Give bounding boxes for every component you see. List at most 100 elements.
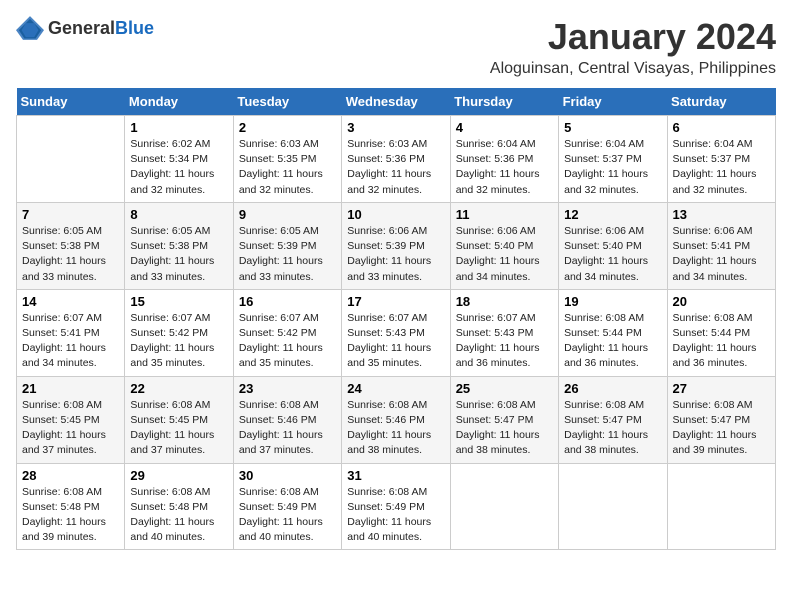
col-header-saturday: Saturday	[667, 88, 775, 116]
calendar-header-row: SundayMondayTuesdayWednesdayThursdayFrid…	[17, 88, 776, 116]
title-area: January 2024 Aloguinsan, Central Visayas…	[490, 16, 776, 78]
calendar-cell: 18 Sunrise: 6:07 AM Sunset: 5:43 PM Dayli…	[450, 289, 558, 376]
calendar-week-row: 14Sunrise: 6:07 AM Sunset: 5:41 PM Dayli…	[17, 289, 776, 376]
col-header-thursday: Thursday	[450, 88, 558, 116]
day-info: Sunrise: 6:08 AM Sunset: 5:49 PM Dayligh…	[347, 485, 444, 546]
day-info: Sunrise: 6:07 AM Sunset: 5:42 PM Dayligh…	[239, 311, 336, 372]
day-info: Sunrise: 6:08 AM Sunset: 5:48 PM Dayligh…	[22, 485, 119, 546]
day-info: Sunrise: 6:07 AM Sunset: 5:43 PM Dayligh…	[456, 311, 553, 372]
calendar-week-row: 28 Sunrise: 6:08 AM Sunset: 5:48 PM Dayli…	[17, 463, 776, 550]
day-info: Sunrise: 6:08 AM Sunset: 5:47 PM Dayligh…	[673, 398, 770, 459]
day-info: Sunrise: 6:08 AM Sunset: 5:45 PM Dayligh…	[130, 398, 227, 459]
calendar-cell: 12 Sunrise: 6:06 AM Sunset: 5:40 PM Dayli…	[559, 202, 667, 289]
logo: GeneralBlue	[16, 16, 154, 40]
day-info: Sunrise: 6:08 AM Sunset: 5:49 PM Dayligh…	[239, 485, 336, 546]
calendar-cell: 30 Sunrise: 6:08 AM Sunset: 5:49 PM Dayli…	[233, 463, 341, 550]
day-number: 7	[22, 207, 119, 222]
day-info: Sunrise: 6:06 AM Sunset: 5:39 PM Dayligh…	[347, 224, 444, 285]
calendar-cell: 23Sunrise: 6:08 AM Sunset: 5:46 PM Dayli…	[233, 376, 341, 463]
calendar-table: SundayMondayTuesdayWednesdayThursdayFrid…	[16, 88, 776, 550]
calendar-cell: 1Sunrise: 6:02 AM Sunset: 5:34 PM Daylig…	[125, 116, 233, 203]
day-info: Sunrise: 6:08 AM Sunset: 5:46 PM Dayligh…	[239, 398, 336, 459]
col-header-sunday: Sunday	[17, 88, 125, 116]
day-info: Sunrise: 6:07 AM Sunset: 5:43 PM Dayligh…	[347, 311, 444, 372]
month-year-title: January 2024	[490, 16, 776, 58]
day-number: 9	[239, 207, 336, 222]
day-info: Sunrise: 6:04 AM Sunset: 5:36 PM Dayligh…	[456, 137, 553, 198]
day-number: 21	[22, 381, 119, 396]
calendar-cell: 28 Sunrise: 6:08 AM Sunset: 5:48 PM Dayli…	[17, 463, 125, 550]
day-number: 18	[456, 294, 553, 309]
calendar-cell: 15 Sunrise: 6:07 AM Sunset: 5:42 PM Dayli…	[125, 289, 233, 376]
day-number: 30	[239, 468, 336, 483]
day-info: Sunrise: 6:08 AM Sunset: 5:46 PM Dayligh…	[347, 398, 444, 459]
calendar-cell: 14Sunrise: 6:07 AM Sunset: 5:41 PM Dayli…	[17, 289, 125, 376]
logo-general-text: General	[48, 18, 115, 38]
calendar-cell: 9 Sunrise: 6:05 AM Sunset: 5:39 PM Daylig…	[233, 202, 341, 289]
calendar-cell: 24Sunrise: 6:08 AM Sunset: 5:46 PM Dayli…	[342, 376, 450, 463]
calendar-cell: 17Sunrise: 6:07 AM Sunset: 5:43 PM Dayli…	[342, 289, 450, 376]
day-info: Sunrise: 6:06 AM Sunset: 5:40 PM Dayligh…	[456, 224, 553, 285]
day-number: 2	[239, 120, 336, 135]
day-number: 16	[239, 294, 336, 309]
day-info: Sunrise: 6:08 AM Sunset: 5:47 PM Dayligh…	[564, 398, 661, 459]
day-info: Sunrise: 6:05 AM Sunset: 5:39 PM Dayligh…	[239, 224, 336, 285]
col-header-monday: Monday	[125, 88, 233, 116]
day-info: Sunrise: 6:05 AM Sunset: 5:38 PM Dayligh…	[22, 224, 119, 285]
day-number: 19	[564, 294, 661, 309]
calendar-cell	[17, 116, 125, 203]
calendar-cell: 3 Sunrise: 6:03 AM Sunset: 5:36 PM Daylig…	[342, 116, 450, 203]
logo-blue-text: Blue	[115, 18, 154, 38]
calendar-cell	[450, 463, 558, 550]
day-info: Sunrise: 6:05 AM Sunset: 5:38 PM Dayligh…	[130, 224, 227, 285]
day-number: 14	[22, 294, 119, 309]
calendar-cell: 20 Sunrise: 6:08 AM Sunset: 5:44 PM Dayli…	[667, 289, 775, 376]
calendar-cell: 2Sunrise: 6:03 AM Sunset: 5:35 PM Daylig…	[233, 116, 341, 203]
day-number: 3	[347, 120, 444, 135]
calendar-cell	[559, 463, 667, 550]
day-info: Sunrise: 6:04 AM Sunset: 5:37 PM Dayligh…	[673, 137, 770, 198]
calendar-cell: 22 Sunrise: 6:08 AM Sunset: 5:45 PM Dayli…	[125, 376, 233, 463]
calendar-cell: 27 Sunrise: 6:08 AM Sunset: 5:47 PM Dayli…	[667, 376, 775, 463]
col-header-tuesday: Tuesday	[233, 88, 341, 116]
calendar-cell: 16 Sunrise: 6:07 AM Sunset: 5:42 PM Dayli…	[233, 289, 341, 376]
calendar-cell: 6Sunrise: 6:04 AM Sunset: 5:37 PM Daylig…	[667, 116, 775, 203]
day-info: Sunrise: 6:08 AM Sunset: 5:45 PM Dayligh…	[22, 398, 119, 459]
day-info: Sunrise: 6:04 AM Sunset: 5:37 PM Dayligh…	[564, 137, 661, 198]
calendar-cell: 7 Sunrise: 6:05 AM Sunset: 5:38 PM Daylig…	[17, 202, 125, 289]
day-number: 31	[347, 468, 444, 483]
day-number: 4	[456, 120, 553, 135]
day-number: 28	[22, 468, 119, 483]
calendar-week-row: 21 Sunrise: 6:08 AM Sunset: 5:45 PM Dayli…	[17, 376, 776, 463]
page-header: GeneralBlue January 2024 Aloguinsan, Cen…	[16, 16, 776, 78]
day-info: Sunrise: 6:03 AM Sunset: 5:36 PM Dayligh…	[347, 137, 444, 198]
day-number: 20	[673, 294, 770, 309]
day-number: 25	[456, 381, 553, 396]
day-number: 5	[564, 120, 661, 135]
day-info: Sunrise: 6:02 AM Sunset: 5:34 PM Dayligh…	[130, 137, 227, 198]
calendar-cell: 19Sunrise: 6:08 AM Sunset: 5:44 PM Dayli…	[559, 289, 667, 376]
day-number: 8	[130, 207, 227, 222]
location-title: Aloguinsan, Central Visayas, Philippines	[490, 60, 776, 78]
day-info: Sunrise: 6:08 AM Sunset: 5:44 PM Dayligh…	[673, 311, 770, 372]
day-number: 27	[673, 381, 770, 396]
calendar-cell: 31 Sunrise: 6:08 AM Sunset: 5:49 PM Dayli…	[342, 463, 450, 550]
calendar-week-row: 1Sunrise: 6:02 AM Sunset: 5:34 PM Daylig…	[17, 116, 776, 203]
day-number: 15	[130, 294, 227, 309]
day-number: 26	[564, 381, 661, 396]
day-number: 22	[130, 381, 227, 396]
calendar-cell: 21 Sunrise: 6:08 AM Sunset: 5:45 PM Dayli…	[17, 376, 125, 463]
calendar-cell: 10Sunrise: 6:06 AM Sunset: 5:39 PM Dayli…	[342, 202, 450, 289]
day-info: Sunrise: 6:06 AM Sunset: 5:41 PM Dayligh…	[673, 224, 770, 285]
col-header-wednesday: Wednesday	[342, 88, 450, 116]
logo-icon	[16, 16, 44, 40]
day-info: Sunrise: 6:06 AM Sunset: 5:40 PM Dayligh…	[564, 224, 661, 285]
calendar-cell: 13Sunrise: 6:06 AM Sunset: 5:41 PM Dayli…	[667, 202, 775, 289]
calendar-cell: 8 Sunrise: 6:05 AM Sunset: 5:38 PM Daylig…	[125, 202, 233, 289]
calendar-week-row: 7 Sunrise: 6:05 AM Sunset: 5:38 PM Daylig…	[17, 202, 776, 289]
calendar-cell	[667, 463, 775, 550]
day-number: 12	[564, 207, 661, 222]
calendar-cell: 25Sunrise: 6:08 AM Sunset: 5:47 PM Dayli…	[450, 376, 558, 463]
calendar-cell: 4 Sunrise: 6:04 AM Sunset: 5:36 PM Daylig…	[450, 116, 558, 203]
day-info: Sunrise: 6:07 AM Sunset: 5:42 PM Dayligh…	[130, 311, 227, 372]
